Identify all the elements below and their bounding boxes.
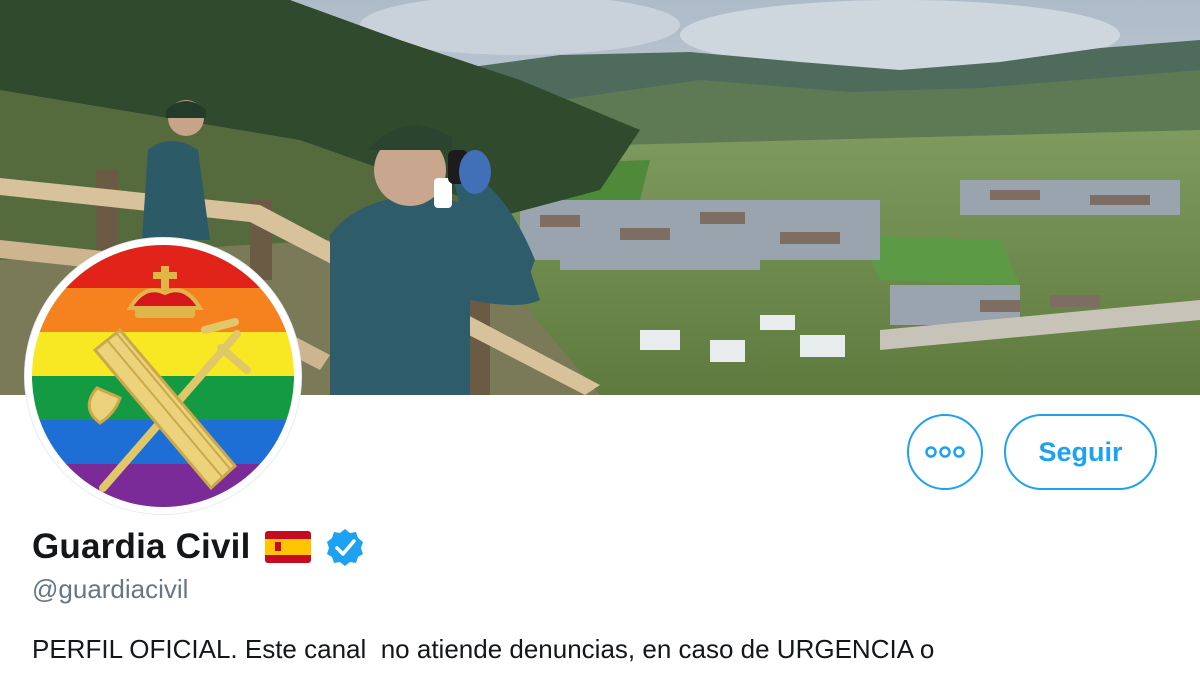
profile-handle: @guardiacivil [32, 574, 189, 604]
display-name: Guardia Civil [32, 527, 251, 566]
profile-name-row: Guardia Civil [32, 524, 365, 570]
more-options-icon [925, 446, 965, 458]
more-options-button[interactable] [907, 414, 983, 490]
spain-flag-icon [264, 531, 311, 563]
profile-bio: PERFIL OFICIAL. Este canal no atiende de… [32, 634, 935, 664]
profile-avatar[interactable] [25, 238, 301, 514]
guardia-civil-rainbow-logo [32, 245, 294, 507]
follow-button[interactable]: Seguir [1004, 414, 1157, 490]
verified-badge-icon [326, 529, 363, 566]
